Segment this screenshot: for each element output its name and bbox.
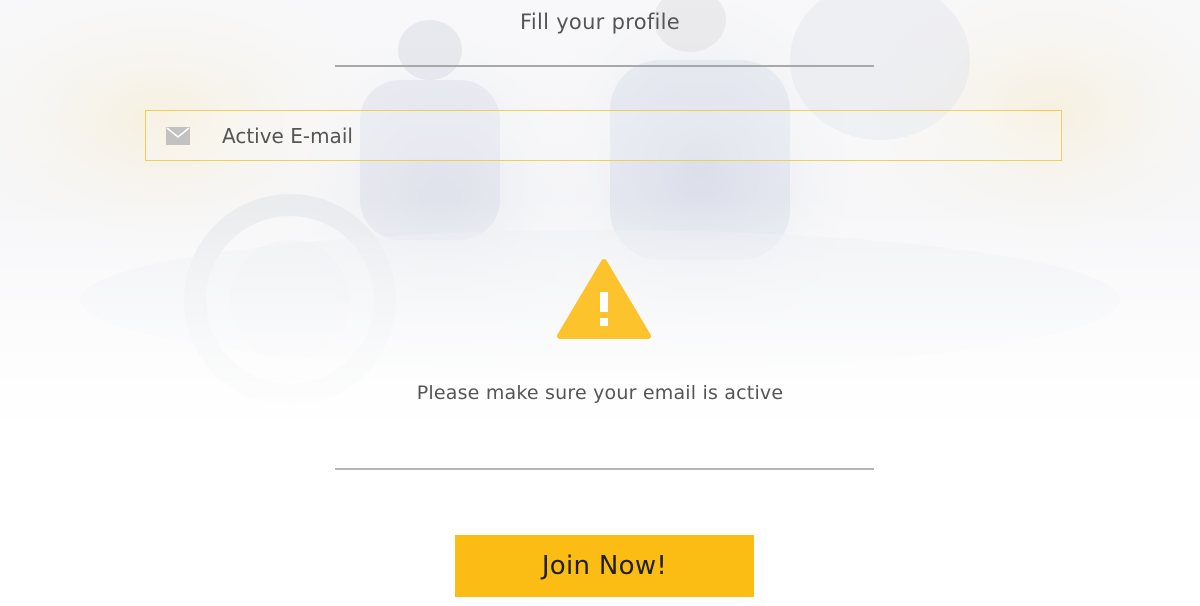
email-field[interactable]: [145, 110, 1062, 161]
email-active-notice: Please make sure your email is active: [416, 382, 784, 404]
notice-divider: [335, 468, 874, 470]
join-now-button[interactable]: Join Now!: [455, 535, 754, 597]
email-input[interactable]: [222, 111, 1042, 160]
page-title: Fill your profile: [519, 10, 681, 34]
signup-page: Fill your profile Please make sure your …: [0, 0, 1200, 606]
mail-icon: [166, 127, 190, 145]
warning-icon: [557, 259, 651, 339]
title-divider: [335, 65, 874, 67]
